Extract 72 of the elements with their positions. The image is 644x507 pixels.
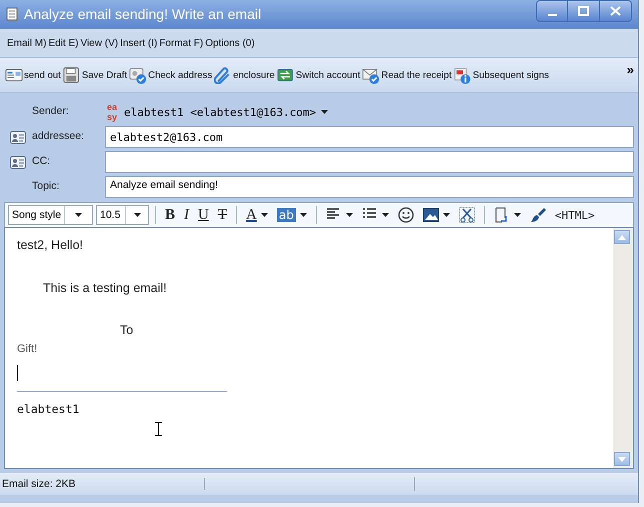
email-size-status: Email size: 2KB xyxy=(0,478,205,490)
toolbar-button[interactable]: Subsequent signs xyxy=(452,62,550,88)
input-field[interactable]: elabtest2@163.com xyxy=(105,126,634,148)
menu-item[interactable]: Options (0) xyxy=(204,36,256,50)
text-cursor-icon xyxy=(155,422,162,436)
body-text: test2, Hello! xyxy=(17,238,84,254)
window-title: Analyze email sending! Write an email xyxy=(24,6,262,22)
floppy-icon xyxy=(62,66,81,84)
menu-item[interactable]: Edit E) xyxy=(47,36,80,50)
caret-icon xyxy=(346,213,353,217)
menu-item[interactable]: Format F) xyxy=(158,36,204,50)
field-label: Sender: xyxy=(31,105,70,117)
highlight-button[interactable]: ab xyxy=(274,205,310,225)
toolbar-button[interactable]: send out xyxy=(4,62,62,88)
menu-item[interactable]: View (V) xyxy=(79,36,120,50)
caret-icon xyxy=(300,213,307,217)
caret-icon xyxy=(260,213,268,217)
italic-button[interactable]: I xyxy=(181,205,192,225)
check-card-icon xyxy=(129,66,148,84)
underline-button[interactable]: U xyxy=(195,205,212,225)
mail-logo: ea sy xyxy=(106,102,118,122)
bold-button[interactable]: B xyxy=(162,205,178,225)
body-text: This is a testing email! xyxy=(42,281,168,297)
body-text: elabtest1 xyxy=(17,402,80,416)
toolbar-button[interactable]: Save Draft xyxy=(62,62,128,88)
field-label: Topic: xyxy=(31,180,60,192)
page-arrow-icon xyxy=(494,207,510,223)
scissors-icon xyxy=(458,207,475,223)
brush-icon xyxy=(530,207,546,223)
html-button[interactable]: <HTML> xyxy=(552,205,598,225)
body-text: Gift! xyxy=(17,343,38,357)
body-text: To xyxy=(119,323,134,339)
caret-icon xyxy=(382,213,389,217)
toolbar-button[interactable]: Read the receipt xyxy=(361,62,453,88)
contact-card-icon xyxy=(10,156,26,168)
caret-icon xyxy=(75,213,82,217)
input-field[interactable]: Analyze email sending! xyxy=(105,176,634,198)
font-color-button[interactable]: A xyxy=(243,205,271,225)
image-icon xyxy=(422,207,439,223)
toolbar-button[interactable]: enclosure xyxy=(213,62,276,88)
close-button[interactable] xyxy=(600,0,632,22)
minimize-button[interactable] xyxy=(536,0,568,22)
contact-card-icon xyxy=(10,130,26,144)
menu-item[interactable]: Email M) xyxy=(6,36,48,50)
card-icon xyxy=(5,66,23,84)
toolbar-button[interactable]: Switch account xyxy=(276,62,362,88)
sender-account[interactable]: elabtest1 <elabtest1@163.com> xyxy=(124,106,316,118)
down-arrow-icon xyxy=(618,456,626,462)
more-tools-button[interactable]: » xyxy=(624,62,636,77)
field-label: addressee: xyxy=(31,130,85,142)
menu-item[interactable]: Insert (I) xyxy=(119,36,158,50)
caret-icon xyxy=(321,110,328,114)
field-label: CC: xyxy=(31,155,52,167)
toolbar-button[interactable]: Check address xyxy=(128,62,214,88)
minimize-icon xyxy=(548,14,556,16)
font-select[interactable]: Song style xyxy=(8,205,93,225)
smiley-icon xyxy=(398,207,414,223)
font-size-select[interactable]: 10.5 xyxy=(96,205,149,225)
up-arrow-icon xyxy=(618,234,626,240)
document-icon xyxy=(6,7,18,21)
close-icon xyxy=(610,6,621,16)
input-field[interactable] xyxy=(105,151,634,173)
text-caret xyxy=(17,365,18,381)
envelope-check-icon xyxy=(362,66,380,84)
flag-info-icon xyxy=(454,66,472,84)
maximize-icon xyxy=(578,6,589,16)
strikethrough-button[interactable]: T xyxy=(214,205,230,225)
caret-icon xyxy=(442,213,450,217)
maximize-button[interactable] xyxy=(568,0,600,22)
swap-icon xyxy=(276,66,295,84)
caret-icon xyxy=(134,213,140,217)
caret-icon xyxy=(514,213,521,217)
